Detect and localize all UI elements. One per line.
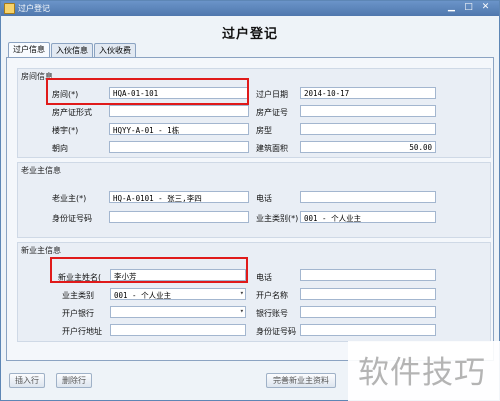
new-owner-id-field[interactable] [300, 324, 436, 336]
bank-account-field[interactable] [300, 306, 436, 318]
account-name-field[interactable] [300, 288, 436, 300]
account-name-label: 开户名称 [256, 291, 288, 300]
maximize-icon[interactable]: □ [462, 2, 475, 14]
bank-address-label: 开户行地址 [62, 327, 102, 336]
property-cert-form-label: 房产证形式 [52, 108, 92, 117]
old-owner-type-field[interactable]: 001 - 个人业主 [300, 211, 436, 223]
orientation-label: 朝向 [52, 144, 68, 153]
complete-new-owner-button[interactable]: 完善新业主资料 [266, 373, 336, 388]
new-owner-type-select[interactable]: 001 - 个人业主 ▾ [110, 288, 246, 300]
property-cert-no-label: 房产证号 [256, 108, 288, 117]
new-owner-phone-label: 电话 [256, 273, 272, 282]
new-owner-phone-field[interactable] [300, 269, 436, 281]
room-type-field[interactable] [300, 123, 436, 135]
tab-move-in-info[interactable]: 入伙信息 [51, 43, 93, 57]
old-owner-field[interactable]: HQ-A-0101 - 张三,李四 [109, 191, 249, 203]
area-field[interactable]: 50.00 [300, 141, 436, 153]
title-bar: 过户登记 ▁ □ ✕ [1, 1, 499, 16]
old-owner-phone-label: 电话 [256, 194, 272, 203]
bank-label: 开户银行 [62, 309, 94, 318]
old-owner-phone-field[interactable] [300, 191, 436, 203]
bank-address-field[interactable] [110, 324, 246, 336]
tab-transfer-info[interactable]: 过户信息 [8, 42, 50, 58]
transfer-date-label: 过户日期 [256, 90, 288, 99]
old-owner-type-label: 业主类别(*) [256, 214, 299, 223]
watermark: 软件技巧 [348, 341, 500, 401]
highlight-box-new-owner-name [50, 257, 248, 283]
page-title: 过户登记 [221, 27, 278, 42]
old-owner-id-field[interactable] [109, 211, 249, 223]
old-owner-id-label: 身份证号码 [52, 214, 92, 223]
bank-select[interactable]: ▾ [110, 306, 246, 318]
group-title: 老业主信息 [21, 166, 61, 175]
insert-row-button[interactable]: 插入行 [9, 373, 45, 388]
window: 过户登记 ▁ □ ✕ 过户登记 过户信息 入伙信息 入伙收费 房间信息 房间(*… [0, 0, 500, 401]
orientation-field[interactable] [109, 141, 249, 153]
watermark-text: 软件技巧 [358, 355, 486, 391]
group-title: 新业主信息 [21, 246, 61, 255]
delete-row-button[interactable]: 删除行 [56, 373, 92, 388]
new-owner-type-value: 001 - 个人业主 [114, 291, 172, 300]
room-type-label: 房型 [256, 126, 272, 135]
bank-account-label: 银行账号 [256, 309, 288, 318]
building-field[interactable]: HQYY-A-01 - 1栋 [109, 123, 249, 135]
chevron-down-icon[interactable]: ▾ [240, 289, 244, 297]
tab-move-in-fees[interactable]: 入伙收费 [94, 43, 136, 57]
transfer-date-field[interactable]: 2014-10-17 [300, 87, 436, 99]
property-cert-form-field[interactable] [109, 105, 249, 117]
app-icon [4, 3, 15, 14]
area-label: 建筑面积 [256, 144, 288, 153]
old-owner-label: 老业主(*) [52, 194, 87, 203]
new-owner-type-label: 业主类别 [62, 291, 94, 300]
new-owner-id-label: 身份证号码 [256, 327, 296, 336]
property-cert-no-field[interactable] [300, 105, 436, 117]
old-owner-group: 老业主信息 老业主(*) HQ-A-0101 - 张三,李四 电话 身份证号码 … [17, 162, 491, 238]
highlight-box-room [46, 78, 249, 105]
chevron-down-icon[interactable]: ▾ [240, 307, 244, 315]
close-icon[interactable]: ✕ [479, 2, 492, 14]
window-title: 过户登记 [18, 4, 50, 13]
building-label: 楼宇(*) [52, 126, 79, 135]
minimize-icon[interactable]: ▁ [445, 2, 458, 14]
